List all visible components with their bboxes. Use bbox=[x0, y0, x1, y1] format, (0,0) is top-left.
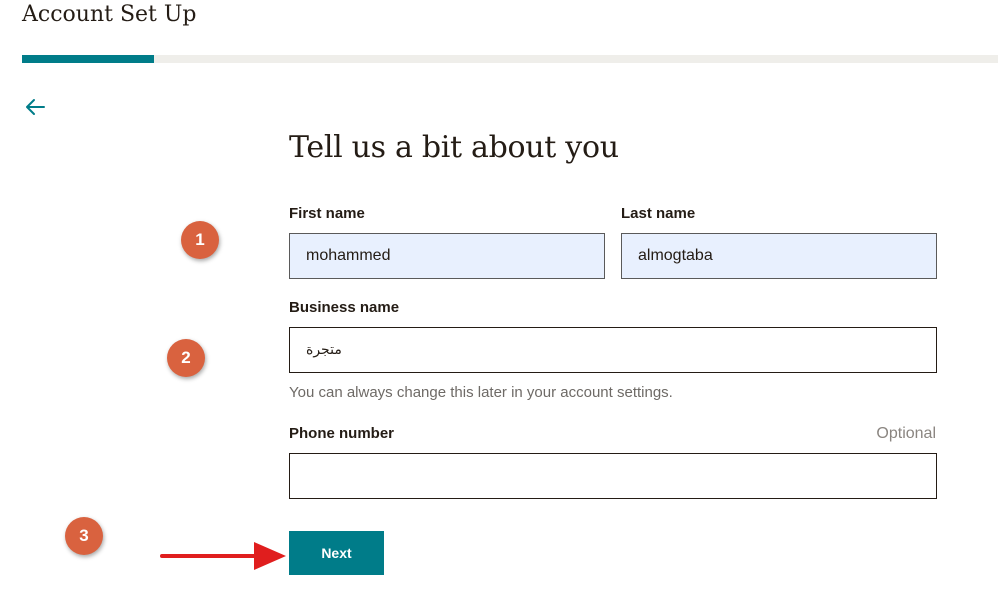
form-heading: Tell us a bit about you bbox=[289, 130, 619, 165]
phone-number-input[interactable] bbox=[289, 453, 937, 499]
step-badge-2: 2 bbox=[167, 339, 205, 377]
last-name-input[interactable] bbox=[621, 233, 937, 279]
business-name-label: Business name bbox=[289, 299, 400, 316]
first-name-input[interactable] bbox=[289, 233, 605, 279]
business-name-input[interactable] bbox=[289, 327, 937, 373]
optional-tag: Optional bbox=[876, 425, 936, 442]
progress-bar-fill bbox=[22, 55, 154, 63]
back-button[interactable] bbox=[22, 94, 48, 120]
first-name-label: First name bbox=[289, 205, 365, 222]
arrow-left-icon bbox=[26, 99, 45, 115]
last-name-label: Last name bbox=[621, 205, 696, 222]
next-button[interactable]: Next bbox=[289, 531, 384, 575]
step-badge-1: 1 bbox=[181, 221, 219, 259]
business-name-hint: You can always change this later in your… bbox=[289, 384, 673, 401]
step-badge-3: 3 bbox=[65, 517, 103, 555]
phone-number-label: Phone number bbox=[289, 425, 395, 442]
page-title: Account Set Up bbox=[22, 2, 197, 27]
red-arrow-icon bbox=[160, 542, 286, 570]
progress-bar bbox=[22, 55, 998, 63]
